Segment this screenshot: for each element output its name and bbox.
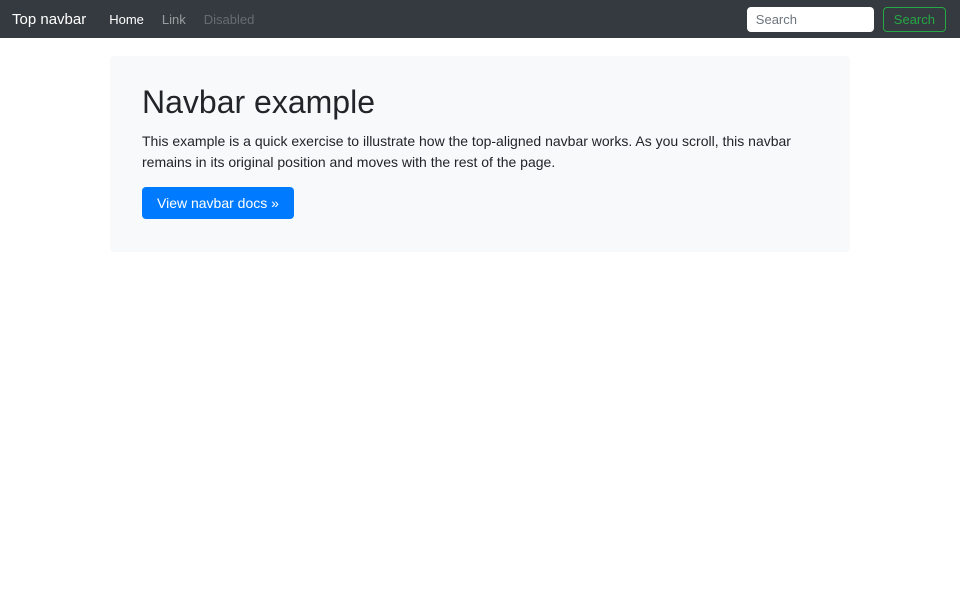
navbar-brand[interactable]: Top navbar [12,11,86,28]
nav-link-link[interactable]: Link [154,8,194,31]
top-navbar: Top navbar Home Link Disabled Search [0,0,960,38]
search-form: Search [746,6,946,32]
nav-link-disabled: Disabled [203,11,255,27]
navbar-nav: Home Link Disabled [101,8,747,31]
jumbotron: Navbar example This example is a quick e… [110,56,850,253]
search-input[interactable] [746,6,874,32]
search-submit-button[interactable]: Search [882,6,946,32]
page-content: Navbar example This example is a quick e… [0,56,960,253]
nav-link-home[interactable]: Home [101,8,152,31]
intro-text: This example is a quick exercise to illu… [142,133,791,170]
page-title: Navbar example [142,84,375,120]
view-navbar-docs-button[interactable]: View navbar docs » [142,187,294,220]
